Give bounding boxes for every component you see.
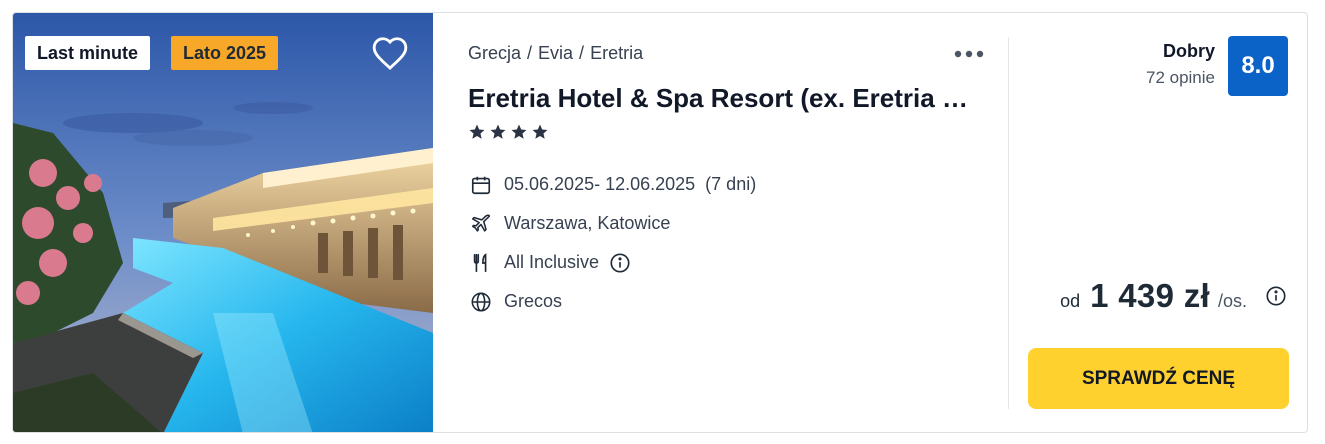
trip-board-row: All Inclusive — [468, 243, 756, 282]
trip-dates-row: 05.06.2025- 12.06.2025 (7 dni) — [468, 165, 756, 204]
breadcrumb-city[interactable]: Eretria — [590, 43, 643, 63]
price: od 1 439 zł /os. — [1060, 277, 1287, 315]
star-icon — [511, 124, 527, 139]
breadcrumb-country[interactable]: Grecja — [468, 43, 521, 63]
price-prefix: od — [1060, 291, 1081, 311]
breadcrumb: Grecja / Evia / Eretria — [468, 43, 643, 64]
rating-score-badge: 8.0 — [1228, 36, 1288, 96]
plane-icon — [468, 211, 494, 237]
trip-dates: 05.06.2025- 12.06.2025 — [504, 174, 696, 194]
breadcrumb-separator: / — [527, 43, 533, 63]
price-suffix: /os. — [1217, 291, 1247, 311]
price-amount: 1 439 zł — [1090, 277, 1210, 314]
trip-departure: Warszawa, Katowice — [504, 213, 671, 233]
restaurant-icon — [468, 250, 494, 276]
trip-departure-row: Warszawa, Katowice — [468, 204, 756, 243]
heart-icon[interactable] — [371, 35, 409, 71]
season-badge: Lato 2025 — [171, 36, 279, 70]
hotel-name[interactable]: Eretria Hotel & Spa Resort (ex. Eretria … — [468, 83, 973, 114]
breadcrumb-separator: / — [579, 43, 585, 63]
trip-details: 05.06.2025- 12.06.2025 (7 dni) Warszawa,… — [468, 165, 756, 321]
star-icon — [490, 124, 506, 139]
calendar-icon — [468, 172, 494, 198]
rating-reviews[interactable]: 72 opinie — [1146, 68, 1215, 88]
check-price-button[interactable]: SPRAWDŹ CENĘ — [1028, 348, 1289, 409]
rating-label: Dobry — [1162, 41, 1215, 61]
star-icon — [532, 124, 548, 139]
hotel-stars — [468, 123, 549, 141]
column-divider — [1008, 37, 1009, 409]
last-minute-badge: Last minute — [25, 36, 151, 70]
trip-operator: Grecos — [504, 291, 563, 311]
info-icon[interactable] — [609, 252, 631, 274]
star-icon — [469, 124, 485, 139]
trip-duration: (7 dni) — [705, 174, 757, 194]
rating-summary[interactable]: Dobry 72 opinie — [1146, 41, 1215, 88]
globe-icon — [468, 289, 494, 315]
trip-operator-row: Grecos — [468, 282, 756, 321]
more-icon[interactable] — [952, 43, 986, 65]
hotel-photo[interactable]: Last minute Lato 2025 — [13, 13, 433, 432]
hotel-photo-image — [13, 13, 433, 432]
info-icon[interactable] — [1265, 285, 1287, 307]
breadcrumb-region[interactable]: Evia — [538, 43, 573, 63]
offer-info: Grecja / Evia / Eretria Eretria Hotel & Spa … — [468, 13, 1008, 432]
trip-board: All Inclusive — [504, 252, 600, 272]
offer-card[interactable]: Last minute Lato 2025 Grecja / Evia / Eretri… — [12, 12, 1308, 433]
